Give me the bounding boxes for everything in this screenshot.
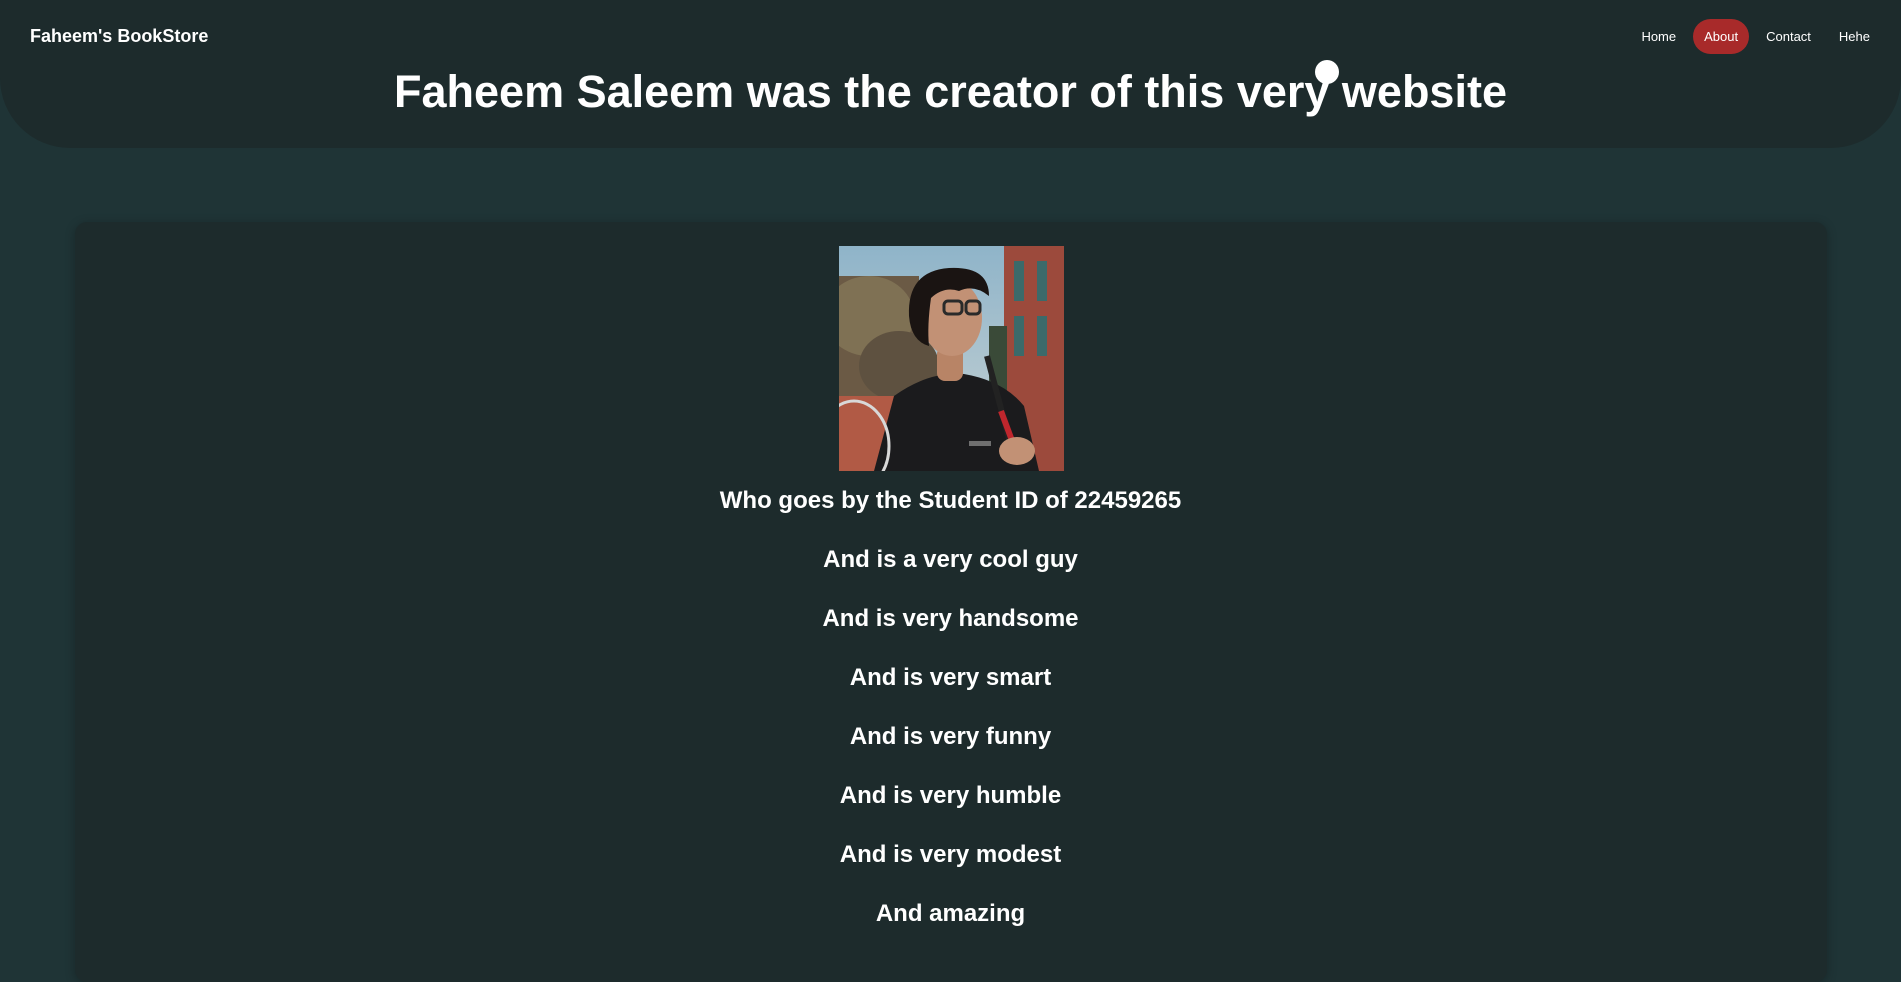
about-line: And amazing	[875, 900, 1026, 927]
hero-header: Faheem's BookStore Home About Contact He…	[0, 0, 1901, 148]
mouse-cursor-indicator	[1315, 60, 1339, 84]
profile-photo	[839, 246, 1064, 471]
site-brand[interactable]: Faheem's BookStore	[30, 25, 208, 47]
nav-home-link[interactable]: Home	[1630, 19, 1687, 54]
about-line: And is very humble	[839, 782, 1062, 809]
about-line: And is very funny	[849, 723, 1052, 750]
student-id-text: Who goes by the Student ID of 22459265	[719, 487, 1182, 514]
about-line: And is very handsome	[822, 605, 1079, 632]
about-line: And is very modest	[839, 841, 1062, 868]
nav-contact-link[interactable]: Contact	[1755, 19, 1822, 54]
main-nav: Home About Contact Hehe	[1630, 19, 1881, 54]
nav-hehe-link[interactable]: Hehe	[1828, 19, 1881, 54]
about-line: And is a very cool guy	[823, 546, 1078, 573]
about-text-list: Who goes by the Student ID of 22459265 A…	[0, 484, 1901, 956]
about-line: And is very smart	[849, 664, 1052, 691]
nav-about-link[interactable]: About	[1693, 19, 1750, 54]
page-headline: Faheem Saleem was the creator of this ve…	[394, 66, 1507, 117]
